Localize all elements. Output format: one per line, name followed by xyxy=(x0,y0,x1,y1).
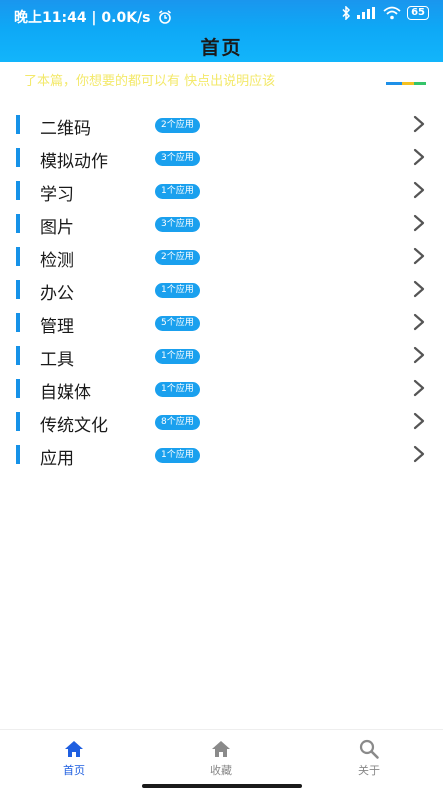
app-count-badge: 3个应用 xyxy=(155,217,200,232)
app-count-badge: 1个应用 xyxy=(155,349,200,364)
category-label: 模拟动作 xyxy=(40,152,108,172)
category-label: 学习 xyxy=(40,185,74,205)
category-row[interactable]: 二维码 2个应用 xyxy=(0,108,443,141)
gesture-bar xyxy=(142,784,302,788)
category-label: 自媒体 xyxy=(40,383,91,403)
tab-favorites-label: 收藏 xyxy=(210,764,232,777)
app-header: 晚上11:44 | 0.0K/s 65 首页 xyxy=(0,0,443,62)
chevron-right-icon xyxy=(413,379,425,397)
category-row[interactable]: 应用 1个应用 xyxy=(0,438,443,471)
row-accent-bar xyxy=(16,313,20,332)
category-label: 传统文化 xyxy=(40,416,108,436)
chevron-right-icon xyxy=(413,280,425,298)
tab-about[interactable]: 关于 xyxy=(334,738,404,778)
category-row[interactable]: 模拟动作 3个应用 xyxy=(0,141,443,174)
search-icon xyxy=(359,739,379,759)
category-label: 工具 xyxy=(40,350,74,370)
row-accent-bar xyxy=(16,445,20,464)
category-label: 二维码 xyxy=(40,119,91,139)
row-accent-bar xyxy=(16,280,20,299)
chevron-right-icon xyxy=(413,346,425,364)
chevron-right-icon xyxy=(413,181,425,199)
category-label: 办公 xyxy=(40,284,74,304)
tab-about-label: 关于 xyxy=(358,764,380,777)
category-label: 图片 xyxy=(40,218,74,238)
home-icon xyxy=(212,741,230,757)
app-count-badge: 5个应用 xyxy=(155,316,200,331)
bluetooth-icon xyxy=(342,6,351,20)
app-count-badge: 1个应用 xyxy=(155,283,200,298)
status-time-speed: 晚上11:44 | 0.0K/s xyxy=(14,10,151,26)
app-count-badge: 8个应用 xyxy=(155,415,200,430)
battery-icon: 65 xyxy=(407,6,429,20)
app-count-badge: 2个应用 xyxy=(155,118,200,133)
alarm-icon xyxy=(159,10,172,24)
signal-icon xyxy=(357,7,377,19)
chevron-right-icon xyxy=(413,412,425,430)
app-count-badge: 1个应用 xyxy=(155,382,200,397)
app-count-badge: 3个应用 xyxy=(155,151,200,166)
category-row[interactable]: 办公 1个应用 xyxy=(0,273,443,306)
category-list: 二维码 2个应用 模拟动作 3个应用 学习 1个应用 图片 3个应用 检测 2个应用 办公 1个应用管… xyxy=(0,108,443,471)
app-count-badge: 1个应用 xyxy=(155,184,200,199)
app-count-badge: 2个应用 xyxy=(155,250,200,265)
row-accent-bar xyxy=(16,115,20,134)
chevron-right-icon xyxy=(413,247,425,265)
status-bar: 晚上11:44 | 0.0K/s 65 xyxy=(0,0,443,30)
tab-favorites[interactable]: 收藏 xyxy=(186,738,256,778)
page-title: 首页 xyxy=(200,37,243,59)
row-accent-bar xyxy=(16,181,20,200)
color-indicator xyxy=(386,82,426,85)
notice-marquee: 了本篇，你想要的都可以有 快点出说明应该 xyxy=(24,74,276,89)
chevron-right-icon xyxy=(413,148,425,166)
app-count-badge: 1个应用 xyxy=(155,448,200,463)
chevron-right-icon xyxy=(413,214,425,232)
row-accent-bar xyxy=(16,247,20,266)
chevron-right-icon xyxy=(413,115,425,133)
category-row[interactable]: 图片 3个应用 xyxy=(0,207,443,240)
category-row[interactable]: 管理 5个应用 xyxy=(0,306,443,339)
row-accent-bar xyxy=(16,148,20,167)
row-accent-bar xyxy=(16,346,20,365)
chevron-right-icon xyxy=(413,313,425,331)
row-accent-bar xyxy=(16,214,20,233)
row-accent-bar xyxy=(16,379,20,398)
category-row[interactable]: 检测 2个应用 xyxy=(0,240,443,273)
row-accent-bar xyxy=(16,412,20,431)
category-row[interactable]: 自媒体 1个应用 xyxy=(0,372,443,405)
category-row[interactable]: 学习 1个应用 xyxy=(0,174,443,207)
category-row[interactable]: 传统文化 8个应用 xyxy=(0,405,443,438)
category-row[interactable]: 工具 1个应用 xyxy=(0,339,443,372)
category-label: 应用 xyxy=(40,449,74,469)
home-icon xyxy=(65,741,83,757)
tab-home[interactable]: 首页 xyxy=(39,738,109,778)
category-label: 管理 xyxy=(40,317,74,337)
tab-home-label: 首页 xyxy=(63,764,85,777)
category-label: 检测 xyxy=(40,251,74,271)
wifi-icon xyxy=(383,6,401,20)
chevron-right-icon xyxy=(413,445,425,463)
